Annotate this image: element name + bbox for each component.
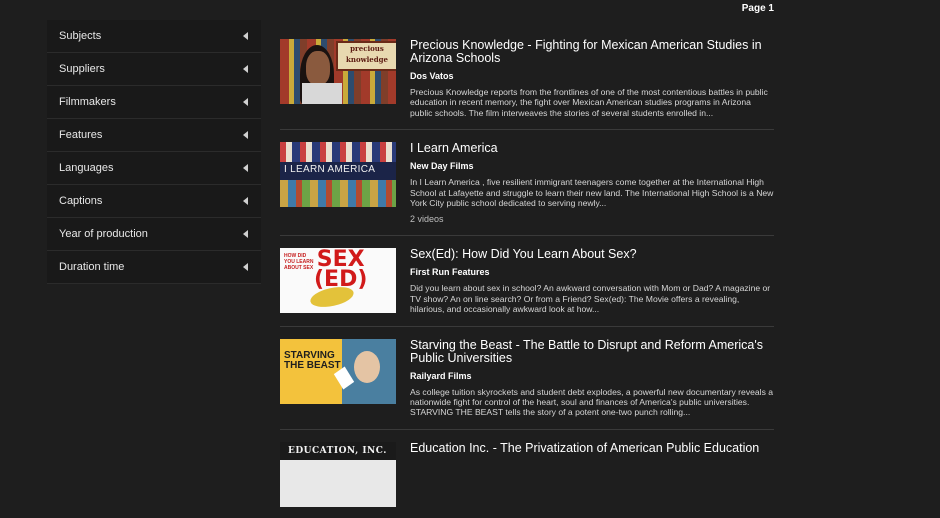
caret-left-icon	[243, 65, 248, 73]
result-supplier[interactable]: Dos Vatos	[410, 71, 774, 81]
thumbnail-title: SEX (ED)	[314, 248, 368, 293]
results-list: precious knowledge Precious Knowledge - …	[280, 28, 774, 518]
filter-features[interactable]: Features	[47, 119, 261, 152]
result-item: HOW DID YOU LEARN ABOUT SEX SEX (ED) Sex…	[280, 236, 774, 327]
thumbnail-tagline: HOW DID YOU LEARN ABOUT SEX	[284, 253, 314, 272]
filter-label: Suppliers	[59, 63, 105, 75]
filter-label: Filmmakers	[59, 96, 116, 108]
result-item: EDUCATION, INC. Education Inc. - The Pri…	[280, 430, 774, 518]
thumbnail-title: STARVING THE BEAST	[284, 349, 341, 371]
filter-label: Features	[59, 129, 103, 141]
thumbnail-title: EDUCATION, INC.	[288, 445, 387, 456]
result-title[interactable]: Sex(Ed): How Did You Learn About Sex?	[410, 248, 774, 261]
result-item: I LEARN AMERICA I Learn America New Day …	[280, 130, 774, 237]
video-thumbnail[interactable]: EDUCATION, INC.	[280, 441, 396, 507]
caret-left-icon	[243, 131, 248, 139]
filter-languages[interactable]: Languages	[47, 152, 261, 185]
result-title[interactable]: Education Inc. - The Privatization of Am…	[410, 441, 774, 455]
result-description: In I Learn America , five resilient immi…	[410, 177, 774, 209]
filter-label: Captions	[59, 195, 103, 207]
filter-subjects[interactable]: Subjects	[47, 20, 261, 53]
video-thumbnail[interactable]: STARVING THE BEAST	[280, 338, 396, 404]
video-thumbnail[interactable]: precious knowledge	[280, 39, 396, 104]
result-supplier[interactable]: New Day Films	[410, 161, 774, 171]
caret-left-icon	[243, 32, 248, 40]
result-supplier[interactable]: First Run Features	[410, 267, 774, 277]
video-thumbnail[interactable]: I LEARN AMERICA	[280, 142, 396, 208]
filter-sidebar: Subjects Suppliers Filmmakers Features L…	[47, 20, 261, 284]
filter-label: Subjects	[59, 30, 102, 42]
result-item: STARVING THE BEAST Starving the Beast - …	[280, 327, 774, 430]
thumbnail-sign: precious knowledge	[336, 41, 396, 71]
result-description: Did you learn about sex in school? An aw…	[410, 283, 771, 315]
filter-year-of-production[interactable]: Year of production	[47, 218, 261, 251]
caret-left-icon	[243, 263, 248, 271]
filter-duration-time[interactable]: Duration time	[47, 251, 261, 284]
filter-label: Year of production	[59, 228, 148, 240]
video-thumbnail[interactable]: HOW DID YOU LEARN ABOUT SEX SEX (ED)	[280, 248, 396, 314]
filter-label: Languages	[59, 162, 114, 174]
thumbnail-title: I LEARN AMERICA	[284, 164, 376, 176]
caret-left-icon	[243, 164, 248, 172]
video-count: 2 videos	[410, 214, 444, 225]
caret-left-icon	[243, 98, 248, 106]
filter-captions[interactable]: Captions	[47, 185, 261, 218]
result-title[interactable]: Starving the Beast - The Battle to Disru…	[410, 338, 774, 365]
page-indicator: Page 1	[741, 3, 774, 14]
result-description: As college tuition skyrockets and studen…	[410, 386, 774, 418]
result-title[interactable]: Precious Knowledge - Fighting for Mexica…	[410, 39, 774, 65]
result-item: precious knowledge Precious Knowledge - …	[280, 28, 774, 131]
caret-left-icon	[243, 230, 248, 238]
result-supplier[interactable]: Railyard Films	[410, 371, 774, 381]
filter-suppliers[interactable]: Suppliers	[47, 53, 261, 86]
result-title[interactable]: I Learn America	[410, 142, 774, 155]
filter-filmmakers[interactable]: Filmmakers	[47, 86, 261, 119]
result-description: Precious Knowledge reports from the fron…	[410, 87, 768, 118]
caret-left-icon	[243, 197, 248, 205]
filter-label: Duration time	[59, 261, 125, 273]
